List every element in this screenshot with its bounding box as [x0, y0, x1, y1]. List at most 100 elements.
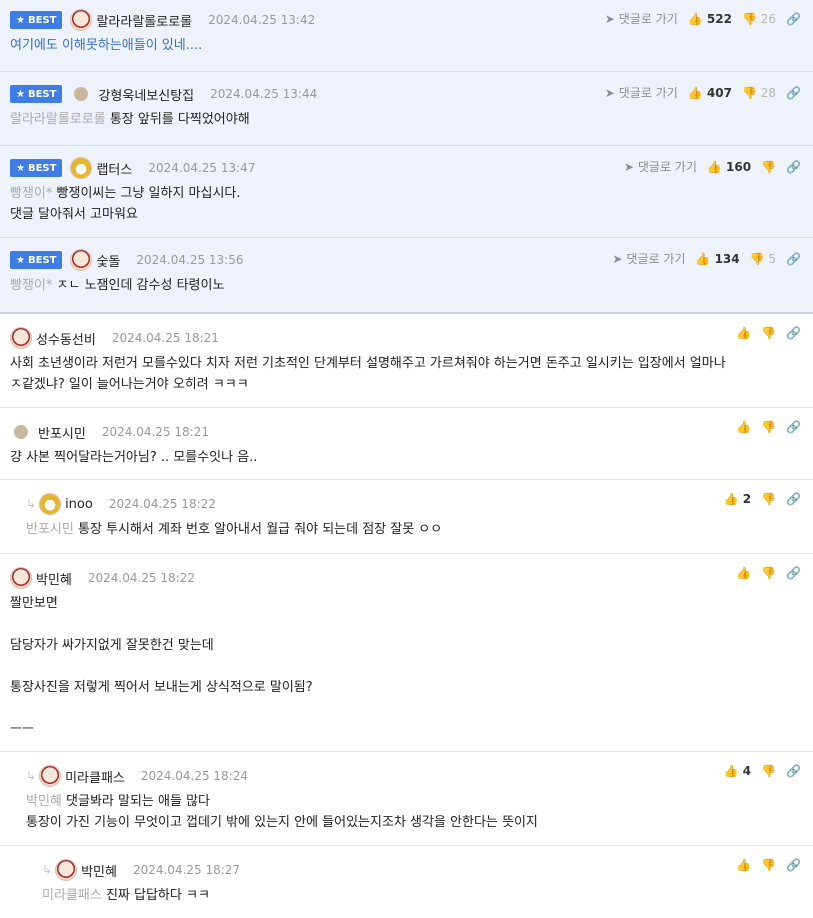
comment-text: ㅈㄴ 노잼인데 감수성 타령이노: [56, 278, 225, 293]
comment-text: 댓글봐라 말되는 애들 많다: [66, 794, 210, 809]
avatar[interactable]: [70, 9, 93, 31]
avatar[interactable]: [70, 249, 93, 271]
best-badge: ★ BEST: [10, 11, 63, 29]
reply-to-name[interactable]: 미라클패스: [42, 888, 102, 903]
star-icon: ★: [16, 14, 25, 26]
avatar[interactable]: [10, 327, 32, 349]
link-icon[interactable]: 🔗: [786, 858, 801, 872]
comment-text: 걍 사본 찍어달라는거아님? .. 모를수잇나 음..: [10, 450, 258, 465]
comment-date: 2024.04.25 13:42: [208, 13, 316, 27]
thumbs-down-icon: 👎: [761, 159, 777, 174]
star-icon: ★: [16, 254, 25, 266]
avatar[interactable]: [55, 859, 78, 881]
thumbs-down-icon: 👎: [761, 566, 777, 580]
upvote-button[interactable]: 👍 160: [707, 160, 751, 174]
downvote-button[interactable]: 👎 26: [742, 12, 776, 26]
downvote-button[interactable]: 👎 28: [742, 86, 776, 100]
upvote-button[interactable]: 👍: [736, 858, 751, 872]
link-icon[interactable]: 🔗: [786, 12, 801, 26]
link-icon[interactable]: 🔗: [786, 764, 801, 778]
reply-comment: ↳ 박민혜 2024.04.25 18:27 👍 👎 🔗 미라클패스 진짜 답답…: [0, 846, 813, 918]
upvote-button[interactable]: 👍 2: [724, 492, 752, 506]
comment-date: 2024.04.25 18:21: [111, 331, 219, 345]
thumbs-down-icon: 👎: [749, 251, 765, 266]
avatar[interactable]: [74, 87, 89, 101]
comment-date: 2024.04.25 13:56: [136, 253, 244, 267]
author-name[interactable]: 반포시민: [38, 423, 86, 442]
link-icon[interactable]: 🔗: [786, 326, 801, 340]
downvote-button[interactable]: 👎: [761, 160, 776, 174]
avatar[interactable]: [39, 493, 62, 515]
comment: 박민혜 2024.04.25 18:22 👍 👎 🔗 짤만보면 담당자가 싸가지…: [0, 554, 813, 752]
thumbs-down-icon: 👎: [741, 11, 757, 26]
reply-to-name[interactable]: 반포시민: [26, 522, 74, 537]
reply-go-button[interactable]: ➤ 댓글로 가기: [613, 250, 686, 267]
thumbs-down-icon: 👎: [741, 85, 757, 100]
comment-text-line2: ㅈ같겠냐? 일이 늘어나는거야 오히려 ㅋㅋㅋ: [10, 377, 249, 392]
author-name[interactable]: 미라클패스: [65, 767, 125, 786]
downvote-button[interactable]: 👎: [761, 764, 776, 778]
comment-date: 2024.04.25 18:27: [132, 863, 241, 877]
upvote-button[interactable]: 👍 407: [688, 86, 732, 100]
downvote-button[interactable]: 👎: [761, 420, 776, 434]
reply-arrow-icon: ↳: [42, 863, 53, 877]
reply-comment: ↳ 미라클패스 2024.04.25 18:24 👍 4 👎 🔗 박민혜 댓글봐…: [0, 752, 813, 846]
avatar[interactable]: [39, 765, 62, 787]
author-name[interactable]: 박민혜: [81, 861, 117, 880]
reply-to-name[interactable]: 빵쟁이*: [10, 186, 52, 201]
reply-to-name[interactable]: 박민혜: [26, 794, 62, 809]
best-comment: ★ BEST 숯돌 2024.04.25 13:56 ➤ 댓글로 가기 👍 134…: [0, 238, 813, 314]
author-name[interactable]: 강형욱네보신탕집: [98, 85, 194, 104]
avatar[interactable]: [14, 425, 28, 439]
link-icon[interactable]: 🔗: [786, 86, 801, 100]
avatar[interactable]: [70, 157, 93, 179]
upvote-button[interactable]: 👍 4: [724, 764, 752, 778]
arrow-icon: ➤: [612, 252, 623, 266]
link-icon[interactable]: 🔗: [786, 252, 801, 266]
author-name[interactable]: 랄라라랄롤로로롤: [96, 11, 192, 30]
reply-to-name[interactable]: 랄라라랄롤로로롤: [10, 112, 106, 127]
thumbs-up-icon: 👍: [736, 326, 752, 340]
author-name[interactable]: 박민혜: [36, 569, 72, 588]
downvote-button[interactable]: 👎: [761, 858, 776, 872]
thumbs-up-icon: 👍: [723, 764, 739, 778]
downvote-button[interactable]: 👎 5: [750, 252, 776, 266]
upvote-button[interactable]: 👍: [736, 420, 751, 434]
comment-text: 여기에도 이해못하는애들이 있네....: [10, 38, 203, 53]
downvote-button[interactable]: 👎: [761, 492, 776, 506]
reply-go-button[interactable]: ➤ 댓글로 가기: [605, 84, 678, 101]
comment-date: 2024.04.25 18:22: [108, 497, 216, 511]
reply-arrow-icon: ↳: [26, 769, 37, 783]
best-comment: ★ BEST 랩터스 2024.04.25 13:47 ➤ 댓글로 가기 👍 16…: [0, 146, 813, 238]
upvote-button[interactable]: 👍 134: [695, 252, 739, 266]
downvote-button[interactable]: 👎: [761, 566, 776, 580]
link-icon[interactable]: 🔗: [786, 566, 801, 580]
comment-date: 2024.04.25 13:44: [210, 87, 318, 101]
reply-go-button[interactable]: ➤ 댓글로 가기: [624, 158, 697, 175]
upvote-button[interactable]: 👍: [736, 326, 751, 340]
upvote-button[interactable]: 👍: [736, 566, 751, 580]
best-comment: ★ BEST 랄라라랄롤로로롤 2024.04.25 13:42 ➤ 댓글로 가기…: [0, 0, 813, 72]
comment: 반포시민 2024.04.25 18:21 👍 👎 🔗 걍 사본 찍어달라는거아…: [0, 408, 813, 480]
reply-go-button[interactable]: ➤ 댓글로 가기: [605, 10, 678, 27]
comment-line: 통장사진을 저렇게 찍어서 보내는게 상식적으로 말이됨?: [10, 680, 313, 695]
comment-text: 진짜 답답하다 ㅋㅋ: [105, 888, 210, 903]
link-icon[interactable]: 🔗: [786, 160, 801, 174]
author-name[interactable]: 숯돌: [96, 251, 120, 270]
link-icon[interactable]: 🔗: [786, 420, 801, 434]
author-name[interactable]: inoo: [65, 497, 93, 512]
thumbs-up-icon: 👍: [723, 492, 739, 506]
thumbs-up-icon: 👍: [695, 251, 711, 266]
avatar[interactable]: [10, 567, 32, 589]
author-name[interactable]: 랩터스: [96, 159, 132, 178]
comment-text: 통장 투시해서 계좌 번호 알아내서 월급 줘야 되는데 점장 잘못 ㅇㅇ: [77, 522, 443, 537]
comment-text: 빵쟁이씨는 그냥 일하지 마십시다.: [56, 186, 241, 201]
downvote-button[interactable]: 👎: [761, 326, 776, 340]
upvote-button[interactable]: 👍 522: [688, 12, 732, 26]
reply-to-name[interactable]: 빵쟁이*: [10, 278, 52, 293]
author-name[interactable]: 성수동선비: [36, 329, 96, 348]
link-icon[interactable]: 🔗: [786, 492, 801, 506]
